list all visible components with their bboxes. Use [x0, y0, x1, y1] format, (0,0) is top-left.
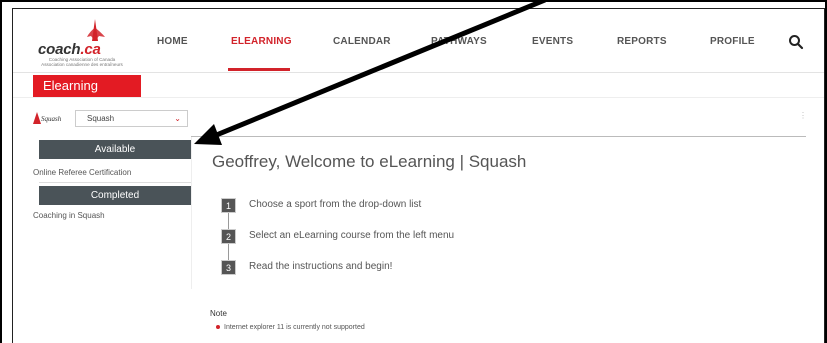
menu-item-online-referee-certification[interactable]: Online Referee Certification [33, 168, 131, 177]
step-number: 3 [221, 260, 236, 275]
step-text: Select an eLearning course from the left… [249, 230, 455, 241]
nav-home[interactable]: HOME [157, 36, 188, 47]
nav-events[interactable]: EVENTS [532, 36, 573, 47]
search-icon[interactable] [788, 34, 804, 50]
step-number: 2 [221, 229, 236, 244]
active-nav-indicator [228, 68, 290, 71]
nav-pathways[interactable]: PATHWAYS [431, 36, 487, 47]
nav-elearning[interactable]: ELEARNING [231, 36, 292, 47]
welcome-heading: Geoffrey, Welcome to eLearning | Squash [212, 152, 527, 171]
nav-calendar[interactable]: CALENDAR [333, 36, 391, 47]
step-number: 1 [221, 198, 236, 213]
coach-ca-logo[interactable]: coach.ca Coaching Association of Canada … [21, 15, 143, 71]
step-text: Read the instructions and begin! [249, 261, 393, 272]
divider [13, 97, 824, 98]
more-options-icon[interactable]: ⋮ [799, 111, 807, 120]
sport-dropdown[interactable]: Squash ⌄ [75, 110, 188, 127]
logo-subtitle: Coaching Association of Canada Associati… [41, 57, 123, 67]
nav-reports[interactable]: REPORTS [617, 36, 667, 47]
menu-divider [39, 182, 191, 183]
chevron-down-icon: ⌄ [174, 114, 181, 123]
nav-profile[interactable]: PROFILE [710, 36, 755, 47]
squash-logo-icon: Squash [33, 112, 62, 124]
menu-header-available: Available [39, 140, 191, 159]
sport-dropdown-value: Squash [87, 114, 115, 123]
bullet-icon [216, 325, 220, 329]
step-text: Choose a sport from the drop-down list [249, 199, 422, 210]
logo-wordmark: coach.ca [38, 41, 101, 58]
note-item: Internet explorer 11 is currently not su… [224, 324, 365, 331]
page-title-tab: Elearning [33, 75, 141, 97]
content-divider [191, 136, 806, 137]
note-heading: Note [210, 309, 227, 318]
page: coach.ca Coaching Association of Canada … [12, 8, 825, 343]
menu-header-completed: Completed [39, 186, 191, 205]
svg-text:Squash: Squash [41, 115, 62, 123]
menu-item-coaching-in-squash[interactable]: Coaching in Squash [33, 211, 105, 220]
sidebar-border [191, 137, 192, 289]
site-header: coach.ca Coaching Association of Canada … [13, 9, 824, 73]
